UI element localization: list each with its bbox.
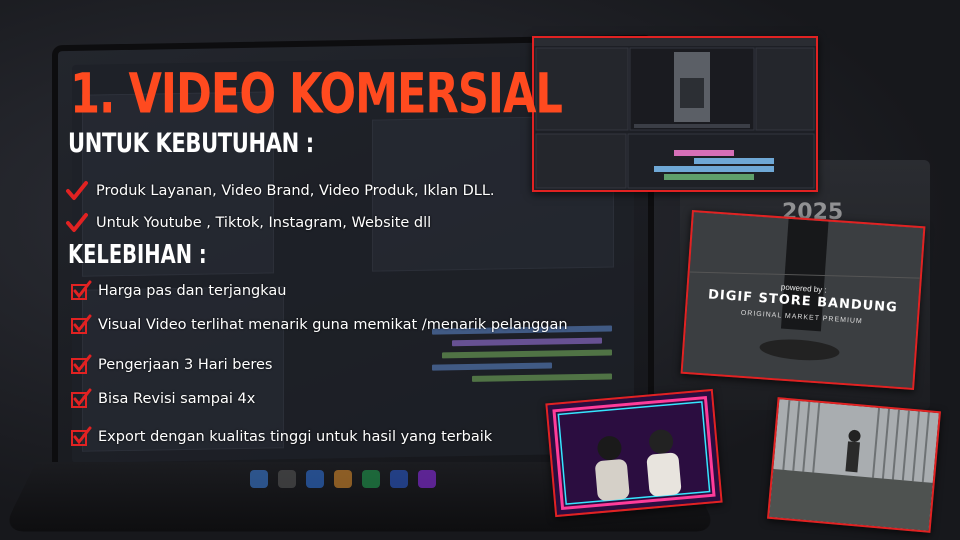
advantage-item-text: Harga pas dan terjangkau: [98, 283, 287, 299]
advantages-heading: KELEBIHAN :: [68, 240, 207, 270]
need-item-text: Untuk Youtube , Tiktok, Instagram, Websi…: [96, 215, 432, 231]
windows-icon: [250, 470, 268, 488]
list-item: Produk Layanan, Video Brand, Video Produ…: [66, 175, 495, 207]
checkbox-checked-icon: [71, 314, 92, 334]
digif-store-thumbnail: powered by : DIGIF STORE BANDUNG ORIGINA…: [680, 210, 926, 390]
list-item: Visual Video terlihat menarik guna memik…: [70, 314, 568, 336]
advantage-item-text: Visual Video terlihat menarik guna memik…: [98, 317, 568, 333]
checkbox-checked-icon: [71, 388, 92, 408]
checkbox-checked-icon: [71, 280, 92, 300]
checkbox-checked-icon: [71, 354, 92, 374]
list-item: Untuk Youtube , Tiktok, Instagram, Websi…: [66, 207, 495, 239]
check-icon: [66, 213, 88, 232]
editor-screenshot-thumbnail: [532, 36, 818, 192]
need-item-text: Produk Layanan, Video Brand, Video Produ…: [96, 183, 495, 199]
list-item: Pengerjaan 3 Hari beres: [70, 354, 273, 376]
taskbar: [250, 470, 436, 488]
list-item: Bisa Revisi sampai 4x: [70, 388, 255, 410]
rain-video-thumbnail: [766, 397, 942, 533]
needs-heading: UNTUK KEBUTUHAN :: [68, 128, 314, 159]
app-icon: [362, 470, 380, 488]
page-title: 1. VIDEO KOMERSIAL: [70, 62, 563, 127]
folder-icon: [334, 470, 352, 488]
advantage-item-text: Bisa Revisi sampai 4x: [98, 391, 256, 407]
podcast-thumbnail: [545, 388, 723, 518]
needs-list: Produk Layanan, Video Brand, Video Produ…: [66, 175, 495, 239]
list-item: Harga pas dan terjangkau: [70, 280, 286, 302]
premiere-icon: [418, 470, 436, 488]
check-icon: [66, 181, 88, 200]
checkbox-checked-icon: [71, 426, 92, 446]
search-icon: [278, 470, 296, 488]
list-item: Export dengan kualitas tinggi untuk hasi…: [70, 426, 492, 448]
advantage-item-text: Export dengan kualitas tinggi untuk hasi…: [98, 429, 493, 445]
advantage-item-text: Pengerjaan 3 Hari beres: [98, 357, 273, 373]
app-icon: [306, 470, 324, 488]
app-icon: [390, 470, 408, 488]
